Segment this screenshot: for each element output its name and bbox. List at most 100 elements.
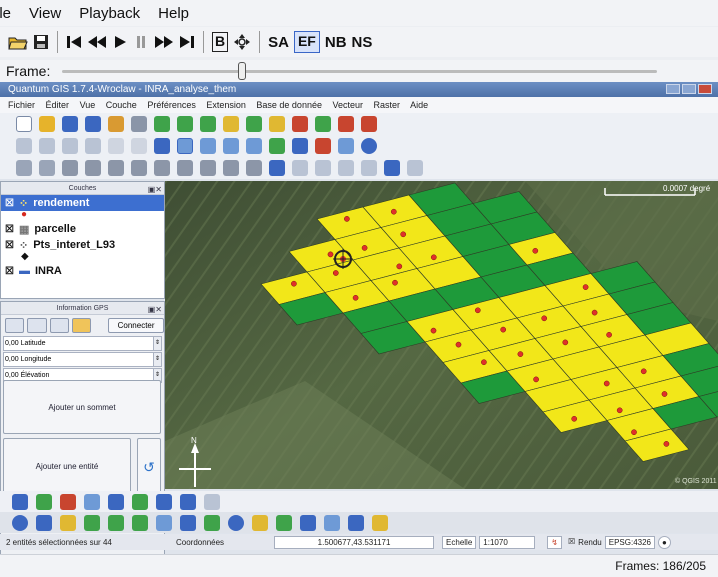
- panel-close-icon[interactable]: ▣✕: [148, 303, 162, 316]
- sample-point[interactable]: [430, 254, 437, 261]
- minimize-icon[interactable]: [666, 84, 680, 94]
- add-feature-tool-icon[interactable]: [12, 493, 28, 510]
- add-raster-icon[interactable]: [177, 116, 193, 132]
- deselect-icon[interactable]: [85, 160, 101, 176]
- fast-forward-icon[interactable]: [154, 31, 174, 53]
- sample-point[interactable]: [474, 307, 481, 314]
- menu-view[interactable]: View: [29, 5, 61, 22]
- delete-feature-icon[interactable]: [60, 493, 76, 510]
- zoom-last-icon[interactable]: [292, 138, 308, 154]
- layer-visibility-checkbox[interactable]: ☒: [5, 198, 14, 209]
- export-icon[interactable]: [372, 514, 388, 531]
- edit-line-icon[interactable]: [252, 514, 268, 531]
- measure-icon[interactable]: [108, 160, 124, 176]
- frame-slider[interactable]: [62, 61, 658, 80]
- longitude-field[interactable]: 0,00 Longitude ⇕: [3, 352, 162, 367]
- spinner-icon[interactable]: ⇕: [153, 353, 161, 366]
- move-arrows-icon[interactable]: [233, 31, 251, 53]
- panel-close-icon[interactable]: ▣✕: [148, 183, 162, 196]
- undo-icon[interactable]: [16, 160, 32, 176]
- sample-point[interactable]: [332, 270, 339, 276]
- skip-to-end-icon[interactable]: [179, 31, 195, 53]
- reset-feature-icon[interactable]: ↺: [137, 438, 161, 494]
- select-icon[interactable]: [62, 160, 78, 176]
- coordinates-field[interactable]: 1.500677,43.531171: [274, 535, 435, 549]
- heatmap-icon[interactable]: [204, 514, 220, 531]
- measure-angle-icon[interactable]: [154, 160, 170, 176]
- draw-line-icon[interactable]: [276, 514, 292, 531]
- layer-visibility-checkbox[interactable]: ☒: [5, 224, 14, 235]
- menu-playback[interactable]: Playback: [79, 5, 140, 22]
- georeferencer-icon[interactable]: [361, 116, 377, 132]
- messages-icon[interactable]: ●: [658, 535, 671, 549]
- open-folder-icon[interactable]: [8, 31, 28, 53]
- skip-to-start-icon[interactable]: [66, 31, 82, 53]
- query-icon[interactable]: [156, 493, 172, 510]
- sample-point[interactable]: [606, 331, 612, 338]
- save-project-icon[interactable]: [62, 116, 78, 132]
- sample-point[interactable]: [562, 339, 569, 346]
- connect-button[interactable]: Connecter: [108, 317, 164, 333]
- map-tips-icon[interactable]: [177, 160, 193, 176]
- statistics-icon[interactable]: [132, 493, 148, 510]
- layer-visibility-checkbox[interactable]: ☒: [5, 240, 14, 251]
- move-annotation-icon[interactable]: [315, 160, 331, 176]
- redo-icon[interactable]: [39, 138, 55, 154]
- layer-item-inra[interactable]: ☒ ▬ INRA: [1, 263, 164, 279]
- sample-point[interactable]: [663, 441, 670, 447]
- plugin-icon[interactable]: [407, 160, 423, 176]
- spinner-icon[interactable]: ⇕: [153, 337, 161, 350]
- gps-position-icon[interactable]: [5, 317, 25, 333]
- sample-point[interactable]: [327, 251, 334, 258]
- text-annotation-icon[interactable]: [269, 160, 285, 176]
- render-checkbox-icon[interactable]: ☒: [565, 536, 578, 549]
- ns-button[interactable]: NS: [352, 34, 373, 51]
- sample-point[interactable]: [291, 280, 297, 287]
- ruler-icon[interactable]: [300, 514, 316, 531]
- remove-layer-icon[interactable]: [315, 116, 331, 132]
- sample-point[interactable]: [481, 359, 487, 366]
- grass-icon[interactable]: [84, 514, 100, 531]
- add-wfs-icon[interactable]: [269, 116, 285, 132]
- sample-point[interactable]: [517, 351, 524, 357]
- zoom-next-icon[interactable]: [315, 138, 331, 154]
- frame-slider-thumb[interactable]: [238, 61, 247, 80]
- annotation-icon[interactable]: [246, 160, 262, 176]
- new-layer-icon[interactable]: [292, 116, 308, 132]
- pan-icon[interactable]: [154, 138, 170, 154]
- stop-render-icon[interactable]: ↯: [547, 535, 562, 549]
- print-composer-icon[interactable]: [108, 116, 124, 132]
- qmenu-extension[interactable]: Extension: [206, 100, 246, 110]
- grass-map-icon[interactable]: [132, 514, 148, 531]
- sample-point[interactable]: [571, 415, 578, 422]
- help-icon[interactable]: [384, 160, 400, 176]
- form-annotation-icon[interactable]: [292, 160, 308, 176]
- add-vertex-button[interactable]: Ajouter un sommet: [3, 380, 161, 434]
- sample-point[interactable]: [533, 376, 539, 383]
- qmenu-vue[interactable]: Vue: [80, 100, 96, 110]
- save-icon[interactable]: [33, 31, 49, 53]
- vector-tools-icon[interactable]: [324, 514, 340, 531]
- sample-point[interactable]: [500, 326, 507, 333]
- sample-point[interactable]: [541, 315, 548, 322]
- qmenu-editer[interactable]: Éditer: [46, 100, 70, 110]
- save-as-icon[interactable]: [85, 116, 101, 132]
- sample-point[interactable]: [616, 407, 623, 414]
- field-calculator-icon[interactable]: [108, 493, 124, 510]
- b-toggle-button[interactable]: B: [212, 32, 229, 52]
- raster-calc-icon[interactable]: [60, 514, 76, 531]
- add-feature-button[interactable]: Ajouter une entité: [3, 438, 131, 494]
- sample-point[interactable]: [661, 391, 668, 397]
- node-tool-icon[interactable]: [131, 138, 147, 154]
- sample-point[interactable]: [352, 294, 359, 301]
- redo-arrow-icon[interactable]: [39, 160, 55, 176]
- settings-icon[interactable]: [85, 138, 101, 154]
- epsg-field[interactable]: EPSG:4326: [604, 535, 655, 549]
- close-icon[interactable]: [698, 84, 712, 94]
- play-icon[interactable]: [112, 31, 128, 53]
- sa-button[interactable]: SA: [268, 34, 289, 51]
- identify-icon[interactable]: [361, 138, 377, 154]
- spatial-query-icon[interactable]: [180, 493, 196, 510]
- qmenu-raster[interactable]: Raster: [374, 100, 401, 110]
- interpolation-icon[interactable]: [180, 514, 196, 531]
